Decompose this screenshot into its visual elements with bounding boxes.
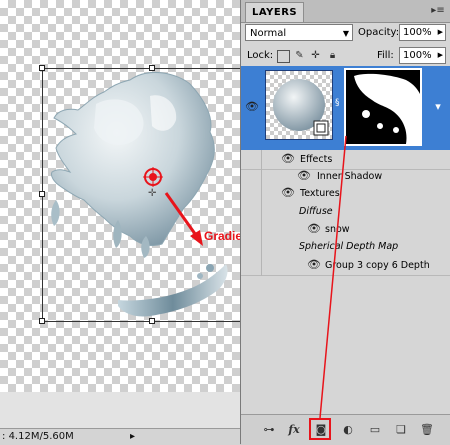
callout-line [319,135,347,419]
